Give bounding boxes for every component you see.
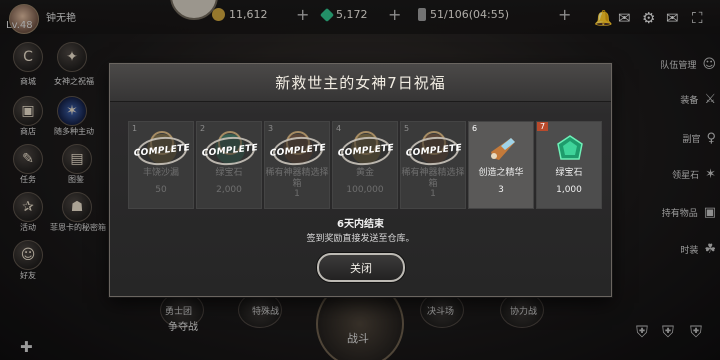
complete-stamp: COMPLETE (133, 134, 191, 168)
day-number: 5 (404, 124, 410, 133)
reward-name: 绿宝石 (215, 168, 243, 178)
reward-slot-day-3[interactable]: 3 稀有神器精选择箱 1 COMPLETE (264, 121, 330, 209)
emerald-icon (557, 135, 583, 160)
reward-slot-day-5[interactable]: 5 稀有神器精选择箱 1 COMPLETE (400, 121, 466, 209)
reward-name: 黄金 (355, 168, 374, 178)
day-number: 7 (537, 122, 549, 131)
reward-slot-day-7[interactable]: 7 绿宝石 1,000 (536, 121, 602, 209)
dialog-header: 新救世主的女神7日祝福 (110, 64, 611, 102)
reward-slot-day-4[interactable]: 4 黄金 100,000 COMPLETE (332, 121, 398, 209)
reward-slot-day-2[interactable]: 2 绿宝石 2,000 COMPLETE (196, 121, 262, 209)
reward-slot-day-1[interactable]: 1 丰饶沙漏 50 COMPLETE (128, 121, 194, 209)
day-number: 1 (132, 124, 138, 133)
reward-slot-list: 1 丰饶沙漏 50 COMPLETE 2 绿宝石 2,000 COMPLETE … (128, 121, 603, 209)
day-number: 6 (472, 124, 478, 133)
reward-count: 1 (294, 189, 300, 199)
day-number: 4 (336, 124, 342, 133)
reward-count: 100,000 (346, 185, 384, 195)
dialog-title: 新救世主的女神7日祝福 (275, 74, 446, 92)
reward-slot-day-6[interactable]: 6 创造之精华 3 (468, 121, 534, 209)
reward-count: 1,000 (556, 185, 582, 195)
event-end-text: 6天内结束 (337, 219, 384, 230)
complete-stamp: COMPLETE (269, 134, 327, 168)
reward-name: 创造之精华 (478, 168, 524, 178)
complete-stamp: COMPLETE (405, 134, 463, 168)
complete-stamp: COMPLETE (337, 134, 395, 168)
reward-name: 稀有神器精选择箱 (265, 168, 329, 189)
event-delivery-note: 签到奖励直接发送至仓库。 (306, 234, 415, 244)
reward-count: 50 (155, 185, 167, 195)
goddess-blessing-dialog: 新救世主的女神7日祝福 1 丰饶沙漏 50 COMPLETE 2 绿宝石 2,0… (109, 63, 612, 297)
reward-name: 绿宝石 (555, 168, 583, 178)
reward-count: 1 (430, 189, 436, 199)
reward-count: 3 (498, 185, 504, 195)
day-number: 2 (200, 124, 206, 133)
day-number: 3 (268, 124, 274, 133)
close-button[interactable]: 关闭 (317, 253, 405, 282)
reward-name: 丰饶沙漏 (142, 168, 179, 178)
reward-count: 2,000 (216, 185, 242, 195)
reward-name: 稀有神器精选择箱 (401, 168, 465, 189)
complete-stamp: COMPLETE (201, 134, 259, 168)
creation-essence-icon (491, 138, 515, 160)
